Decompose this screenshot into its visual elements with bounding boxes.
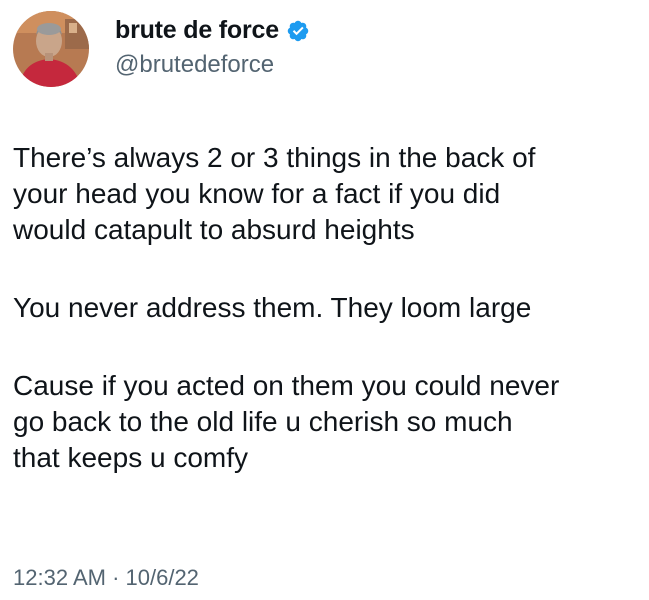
avatar-photo-icon	[13, 11, 89, 87]
verified-badge-icon[interactable]	[286, 19, 310, 43]
tweet-timestamp: 12:32 AM · 10/6/22	[13, 565, 199, 591]
avatar[interactable]	[13, 11, 89, 87]
tweet-time[interactable]: 12:32 AM	[13, 565, 106, 590]
tweet-date[interactable]: 10/6/22	[126, 565, 199, 590]
tweet-paragraph-2: You never address them. They loom large	[13, 292, 532, 323]
author-names: brute de force @brutedeforce	[115, 16, 310, 79]
tweet-header: brute de force @brutedeforce	[13, 11, 633, 93]
display-name-row: brute de force	[115, 16, 310, 45]
author-handle[interactable]: @brutedeforce	[115, 51, 310, 79]
display-name[interactable]: brute de force	[115, 16, 279, 45]
tweet-paragraph-3: Cause if you acted on them you could nev…	[13, 370, 560, 473]
tweet-paragraph-1: There’s always 2 or 3 things in the back…	[13, 142, 536, 245]
meta-separator: ·	[105, 565, 126, 590]
tweet-text: There’s always 2 or 3 things in the back…	[13, 140, 633, 476]
